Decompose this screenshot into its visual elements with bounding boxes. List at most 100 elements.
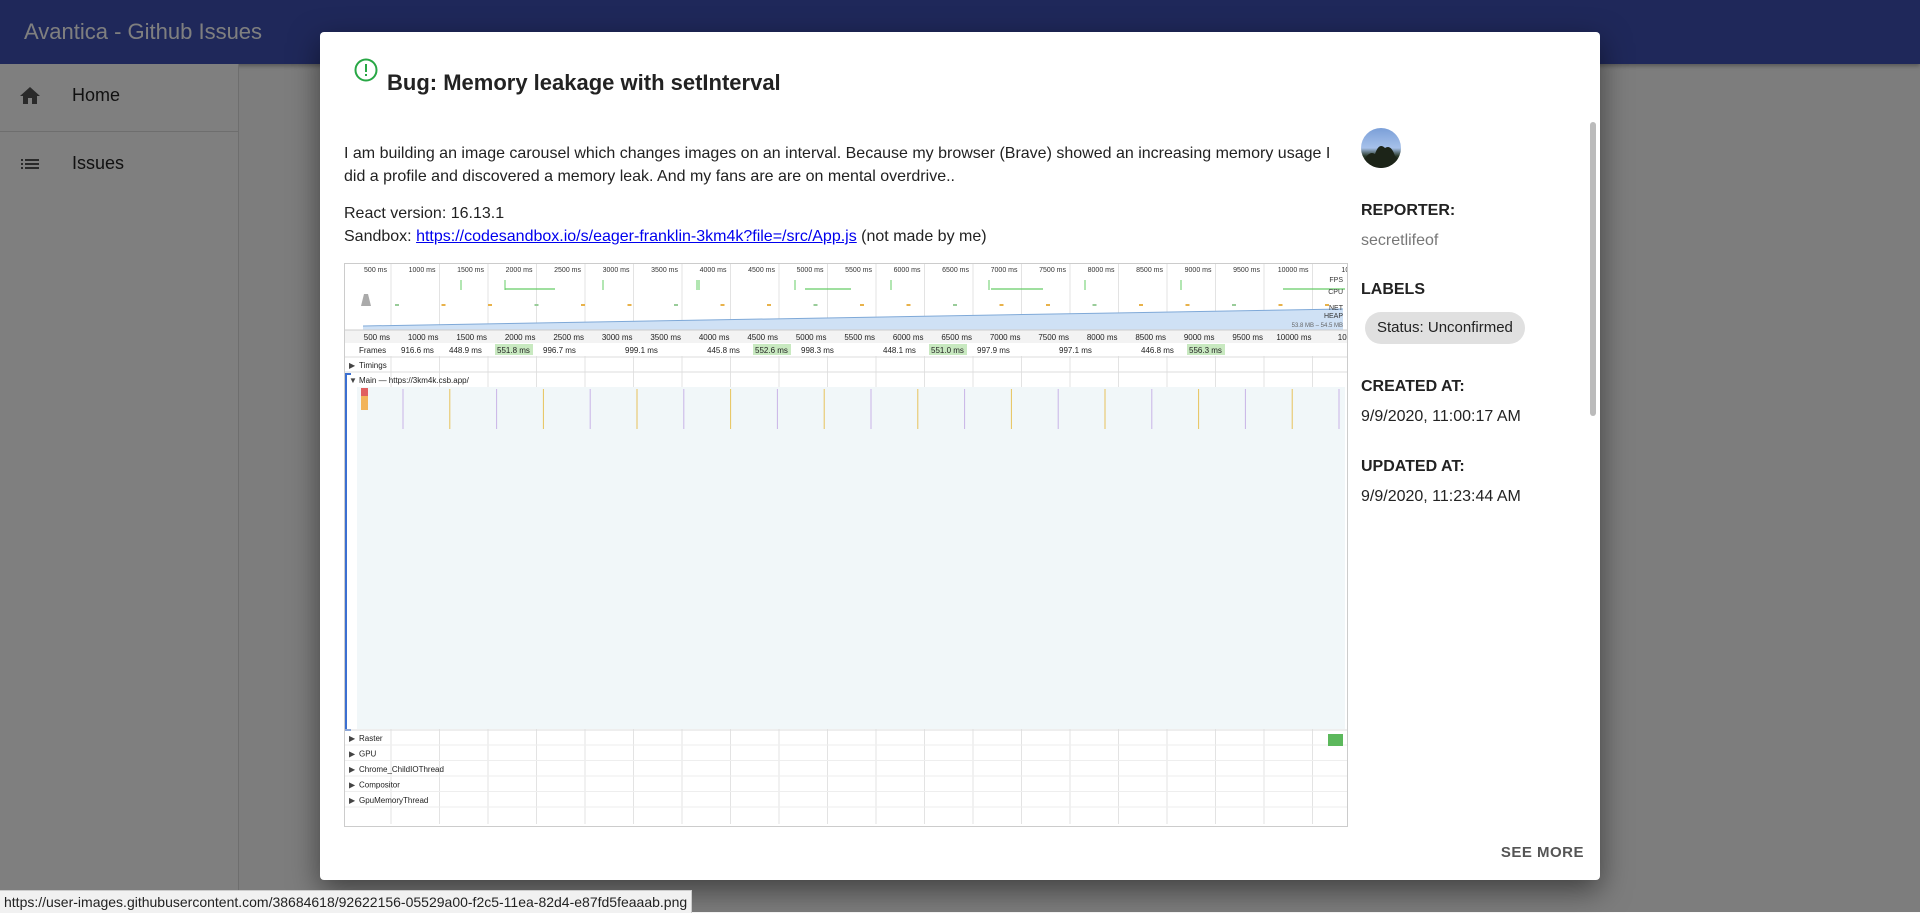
raster-block [1328,734,1343,746]
ruler-top-label: 1000 ms [409,267,436,274]
ruler-top-label: 3500 ms [651,267,678,274]
ruler-bottom-label: 7500 ms [1038,333,1069,342]
track-label: Raster [359,734,383,743]
ruler-bottom-label: 8000 ms [1087,333,1118,342]
net-marker [534,304,539,306]
see-more-button[interactable]: SEE MORE [1501,844,1584,861]
sandbox-suffix: (not made by me) [856,228,987,245]
frame-duration: 998.3 ms [801,346,834,355]
net-marker [488,304,492,306]
overview-label: NET [1329,305,1344,312]
created-heading: CREATED AT: [1361,378,1465,395]
ruler-top-label: 10000 ms [1278,267,1309,274]
ruler-top-label: 4000 ms [700,267,727,274]
net-marker [767,304,771,306]
ruler-top-label: 4500 ms [748,267,775,274]
ruler-top-label: 3000 ms [603,267,630,274]
net-marker [395,304,399,306]
frame-duration: 551.8 ms [497,346,530,355]
net-marker [1185,304,1190,306]
net-marker [1278,304,1283,306]
ruler-top-label: 1050 [1341,267,1347,274]
ruler-bottom-label: 10000 ms [1276,333,1311,342]
ruler-bottom-label: 500 ms [364,333,390,342]
ruler-bottom-label: 4500 ms [747,333,778,342]
track-arrow: ▶ [349,781,356,790]
reporter-heading: REPORTER: [1361,202,1456,219]
ruler-bottom-label: 5000 ms [796,333,827,342]
ruler-bottom-label: 2500 ms [553,333,584,342]
track-arrow: ▶ [349,765,356,774]
status-bar-url: https://user-images.githubusercontent.co… [0,890,693,913]
track-arrow: ▶ [349,796,356,805]
net-marker [1139,304,1143,306]
track-arrow: ▶ [349,750,356,759]
performance-profile-image[interactable]: 500 ms 1000 ms 1500 ms 2000 ms 2500 ms 3000 m… [344,263,1348,827]
issue-meta: React version: 16.13.1 Sandbox: https://… [344,202,1354,248]
frame-duration: 448.1 ms [883,346,916,355]
timings-arrow: ▶ [349,361,356,370]
net-marker [1092,304,1097,306]
frame-duration: 997.9 ms [977,346,1010,355]
ruler-bottom-label: 1000 ms [408,333,439,342]
ruler-top-label: 6000 ms [894,267,921,274]
status-label-chip: Status: Unconfirmed [1365,312,1525,344]
net-marker [813,304,818,306]
overview-label: FPS [1329,277,1343,284]
net-marker [860,304,864,306]
net-marker [953,304,957,306]
updated-heading: UPDATED AT: [1361,458,1465,475]
ruler-bottom-label: 10500 [1338,333,1347,342]
scrollbar-thumb[interactable] [1590,122,1596,416]
issue-description: I am building an image carousel which ch… [344,145,1331,185]
task-block [361,388,368,396]
sandbox-link[interactable]: https://codesandbox.io/s/eager-franklin-… [416,228,857,245]
labels-heading: LABELS [1361,281,1425,298]
timings-label: Timings [359,361,387,370]
track-label: GpuMemoryThread [359,796,428,805]
dialog-scrollbar[interactable] [1588,120,1598,840]
ruler-bottom-label: 7000 ms [990,333,1021,342]
ruler-bottom-label: 4000 ms [699,333,730,342]
updated-value: 9/9/2020, 11:23:44 AM [1361,488,1521,505]
frame-duration: 999.1 ms [625,346,658,355]
net-marker [906,304,911,306]
main-thread-area [357,387,1345,729]
net-marker [999,304,1004,306]
ruler-bottom-label: 9000 ms [1184,333,1215,342]
frames-label: Frames [359,346,386,355]
ruler-top-label: 9000 ms [1185,267,1212,274]
overview-label: HEAP [1324,313,1343,320]
net-marker [674,304,678,306]
ruler-top-label: 8000 ms [1088,267,1115,274]
ruler-top-label: 9500 ms [1233,267,1260,274]
ruler-bottom-label: 6000 ms [893,333,924,342]
net-marker [581,304,585,306]
ruler-bottom-label: 9500 ms [1232,333,1263,342]
track-label: Compositor [359,781,400,790]
overview-label: CPU [1328,289,1343,296]
avatar [1361,128,1401,168]
task-block [361,396,368,410]
frame-duration: 552.6 ms [755,346,788,355]
issue-open-icon [354,58,378,82]
sandbox-prefix: Sandbox: [344,228,417,245]
net-marker [627,304,632,306]
frame-duration: 551.0 ms [931,346,964,355]
reporter-name: secretlifeof [1361,232,1439,249]
ruler-top-label: 2000 ms [506,267,533,274]
ruler-top-label: 7000 ms [991,267,1018,274]
net-marker [1046,304,1050,306]
track-label: Chrome_ChildIOThread [359,765,444,774]
track-label: GPU [359,750,377,759]
frame-duration: 916.6 ms [401,346,434,355]
ruler-top-label: 5000 ms [797,267,824,274]
ruler-top-label: 8500 ms [1136,267,1163,274]
main-arrow: ▼ [349,376,357,385]
ruler-top-label: 1500 ms [457,267,484,274]
main-thread-label: Main — https://3km4k.csb.app/ [359,376,470,385]
net-marker [1232,304,1236,306]
ruler-bottom-label: 1500 ms [456,333,487,342]
frame-duration: 445.8 ms [707,346,740,355]
ruler-bottom-label: 3000 ms [602,333,633,342]
